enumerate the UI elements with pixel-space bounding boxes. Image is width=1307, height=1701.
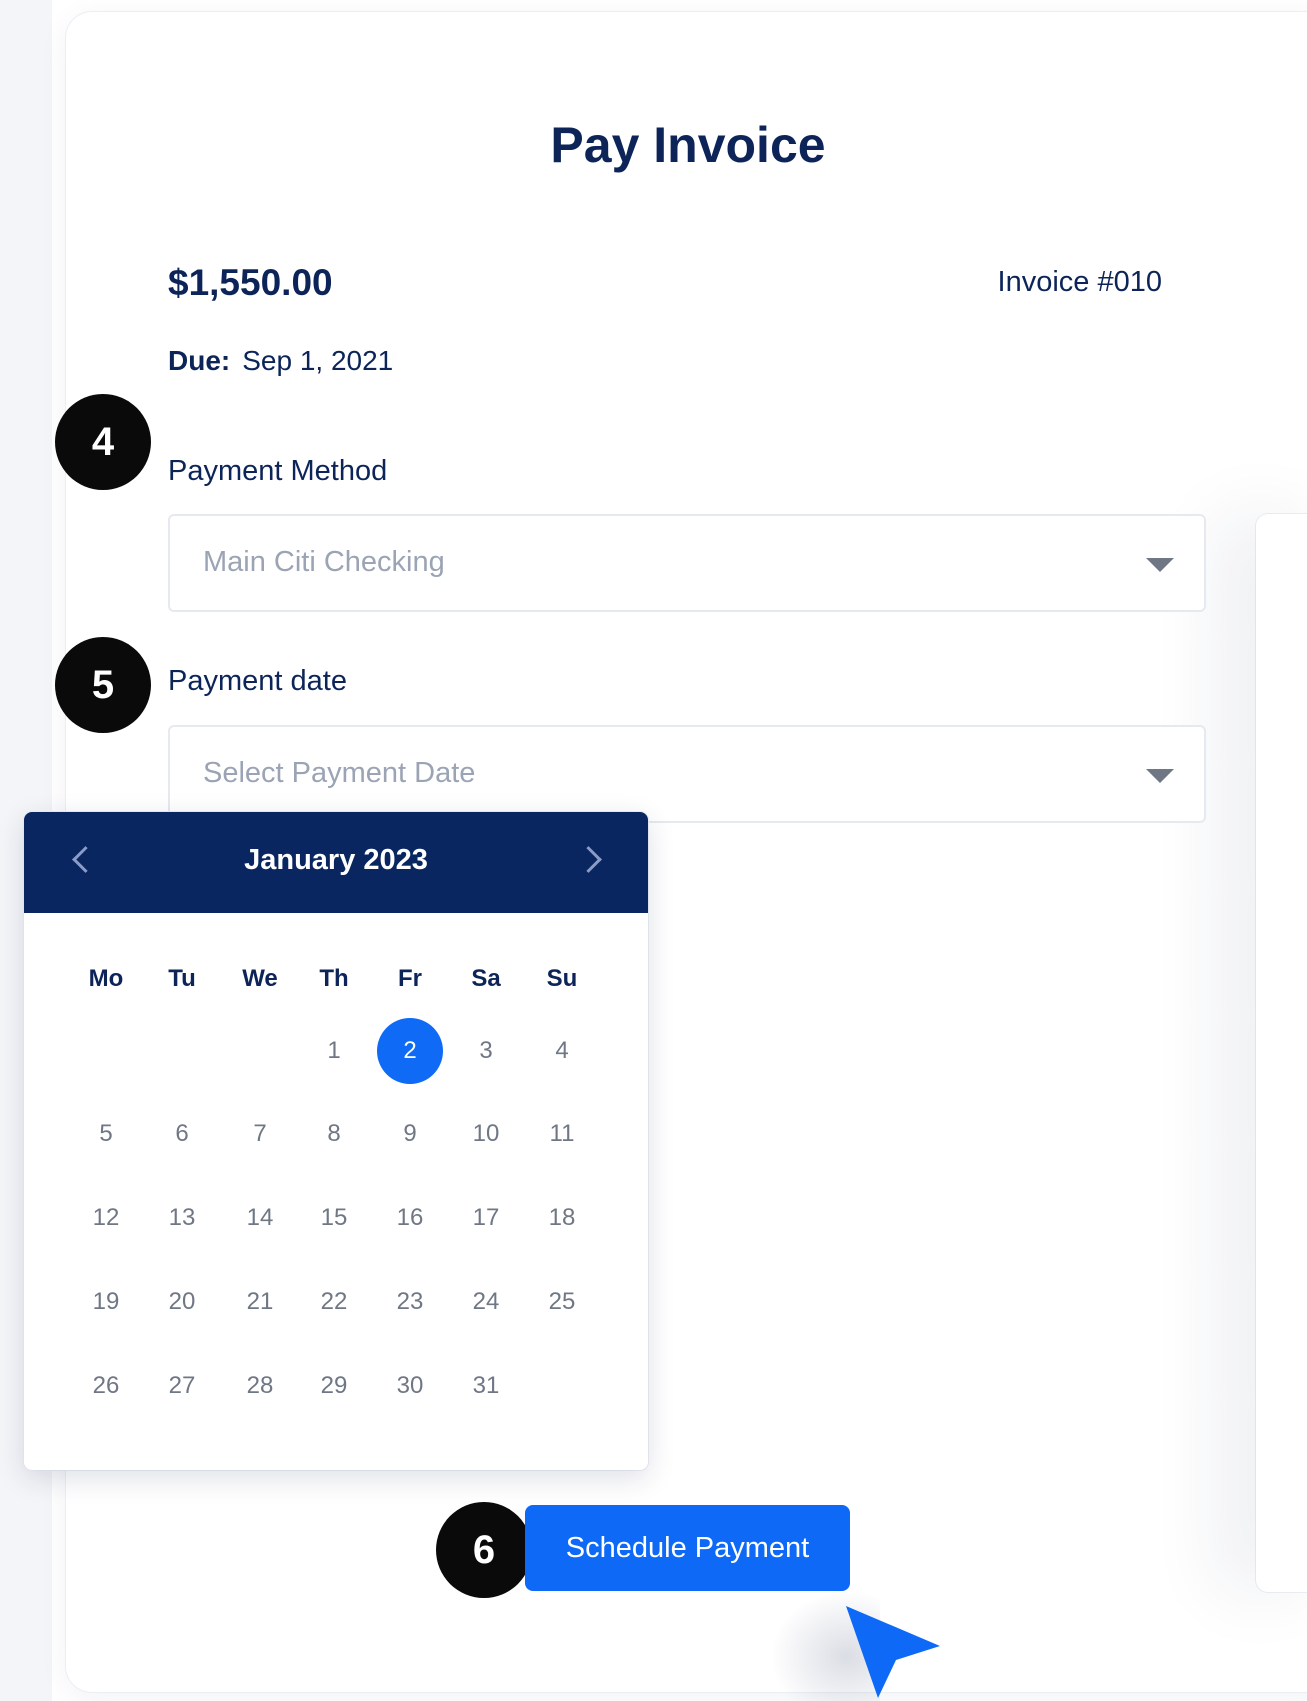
payment-date-label: Payment date: [168, 665, 347, 697]
calendar-day[interactable]: 12: [71, 1204, 141, 1232]
calendar-day[interactable]: 31: [451, 1372, 521, 1400]
calendar-day[interactable]: 17: [451, 1204, 521, 1232]
side-panel: [1256, 514, 1307, 1592]
calendar-day[interactable]: 21: [225, 1288, 295, 1316]
calendar-day[interactable]: 3: [451, 1037, 521, 1065]
payment-date-placeholder: Select Payment Date: [203, 757, 476, 789]
calendar-day[interactable]: 15: [299, 1204, 369, 1232]
calendar-day[interactable]: 9: [375, 1120, 445, 1148]
calendar-day[interactable]: 19: [71, 1288, 141, 1316]
calendar-day[interactable]: 26: [71, 1372, 141, 1400]
calendar-day[interactable]: 4: [527, 1037, 597, 1065]
calendar-day[interactable]: 23: [375, 1288, 445, 1316]
weekday-su: Su: [546, 965, 578, 992]
calendar-day-selected[interactable]: 2: [377, 1018, 443, 1084]
due-label: Due:: [168, 345, 231, 376]
calendar-day[interactable]: 29: [299, 1372, 369, 1400]
calendar-day[interactable]: 27: [147, 1372, 217, 1400]
invoice-amount: $1,550.00: [168, 262, 333, 303]
calendar-day[interactable]: 28: [225, 1372, 295, 1400]
payment-method-label: Payment Method: [168, 455, 388, 487]
calendar-day[interactable]: 8: [299, 1120, 369, 1148]
step-6-badge: 6: [436, 1502, 532, 1598]
weekday-we: We: [242, 965, 278, 992]
payment-date-select[interactable]: Select Payment Date: [168, 725, 1206, 823]
pay-invoice-screen: Pay Invoice $1,550.00 Invoice #010 Due: S…: [0, 0, 1307, 1701]
due-date: Sep 1, 2021: [242, 345, 394, 376]
date-picker-calendar: January 2023 Mo Tu We Th Fr Sa Su 1 2 3 4 5 6 7 8 9 10 11…: [24, 812, 648, 1470]
calendar-month-label: January 2023: [244, 844, 428, 876]
schedule-payment-button[interactable]: Schedule Payment: [525, 1505, 850, 1591]
weekday-tu: Tu: [168, 965, 196, 992]
calendar-day[interactable]: 5: [71, 1120, 141, 1148]
calendar-day[interactable]: 24: [451, 1288, 521, 1316]
calendar-day[interactable]: 22: [299, 1288, 369, 1316]
due-date-row: Due: Sep 1, 2021: [168, 345, 393, 377]
step-5-badge: 5: [55, 637, 151, 733]
weekday-th: Th: [319, 965, 349, 992]
weekday-sa: Sa: [471, 965, 501, 992]
page-title: Pay Invoice: [550, 117, 826, 173]
calendar-day[interactable]: 25: [527, 1288, 597, 1316]
calendar-day[interactable]: 7: [225, 1120, 295, 1148]
calendar-day[interactable]: 1: [299, 1037, 369, 1065]
calendar-header: January 2023: [24, 812, 648, 913]
calendar-day[interactable]: 16: [375, 1204, 445, 1232]
weekday-fr: Fr: [398, 965, 422, 992]
invoice-number: Invoice #010: [997, 266, 1162, 298]
step-4-badge: 4: [55, 394, 151, 490]
calendar-day[interactable]: 10: [451, 1120, 521, 1148]
calendar-day[interactable]: 18: [527, 1204, 597, 1232]
calendar-day[interactable]: 11: [527, 1120, 597, 1148]
weekday-mo: Mo: [88, 965, 124, 992]
calendar-day[interactable]: 6: [147, 1120, 217, 1148]
calendar-day[interactable]: 14: [225, 1204, 295, 1232]
caret-down-icon: [1146, 558, 1174, 572]
calendar-day[interactable]: 30: [375, 1372, 445, 1400]
caret-down-icon: [1146, 769, 1174, 783]
calendar-day[interactable]: 13: [147, 1204, 217, 1232]
payment-method-value: Main Citi Checking: [203, 546, 445, 578]
cursor-pointer-icon: [846, 1606, 940, 1698]
payment-method-select[interactable]: Main Citi Checking: [168, 514, 1206, 612]
calendar-day[interactable]: 20: [147, 1288, 217, 1316]
